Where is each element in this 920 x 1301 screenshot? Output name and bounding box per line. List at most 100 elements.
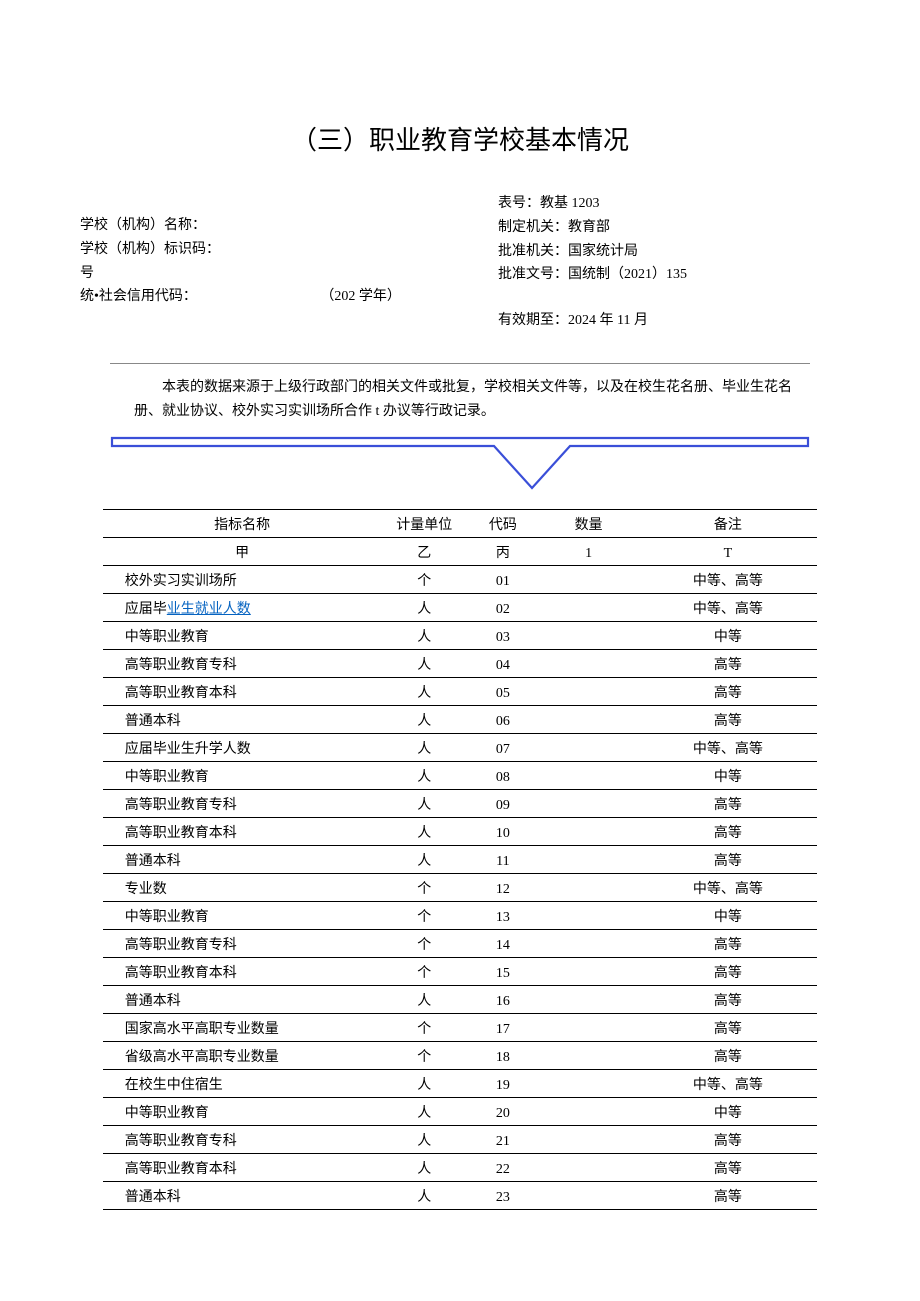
table-row: 中等职业教育个13中等 (103, 901, 817, 929)
indicator-code: 20 (467, 1097, 538, 1125)
indicator-name: 高等职业教育专科 (103, 789, 382, 817)
indicator-name: 中等职业教育 (103, 901, 382, 929)
table-row: 高等职业教育专科个14高等 (103, 929, 817, 957)
table-row: 普通本科人23高等 (103, 1181, 817, 1209)
page-title: （三）职业教育学校基本情况 (80, 120, 840, 157)
indicator-qty[interactable] (539, 677, 639, 705)
indicator-qty[interactable] (539, 1181, 639, 1209)
indicator-remark: 高等 (639, 649, 818, 677)
indicator-name: 高等职业教育专科 (103, 649, 382, 677)
indicator-name: 高等职业教育本科 (103, 1153, 382, 1181)
indicator-code: 10 (467, 817, 538, 845)
subheader-unit: 乙 (381, 537, 467, 565)
indicator-qty[interactable] (539, 761, 639, 789)
indicator-remark: 高等 (639, 1181, 818, 1209)
divider-line (110, 363, 810, 364)
indicator-code: 01 (467, 565, 538, 593)
indicator-qty[interactable] (539, 593, 639, 621)
indicator-remark: 中等 (639, 1097, 818, 1125)
indicator-remark: 中等、高等 (639, 873, 818, 901)
indicator-name: 高等职业教育本科 (103, 817, 382, 845)
indicator-remark: 高等 (639, 817, 818, 845)
indicator-remark: 高等 (639, 1153, 818, 1181)
valid-until: 有效期至：2024 年 11 月 (498, 309, 840, 333)
indicator-code: 15 (467, 957, 538, 985)
table-row: 普通本科人16高等 (103, 985, 817, 1013)
indicator-code: 06 (467, 705, 538, 733)
table-row: 普通本科人06高等 (103, 705, 817, 733)
approver-org: 批准机关：国家统计局 (498, 240, 840, 264)
subheader-qty: 1 (539, 537, 639, 565)
indicator-code: 14 (467, 929, 538, 957)
indicator-qty[interactable] (539, 1097, 639, 1125)
indicator-name: 应届毕业生就业人数 (103, 593, 382, 621)
indicator-qty[interactable] (539, 649, 639, 677)
table-row: 国家高水平高职专业数量个17高等 (103, 1013, 817, 1041)
indicator-qty[interactable] (539, 1125, 639, 1153)
indicator-name: 中等职业教育 (103, 761, 382, 789)
indicator-qty[interactable] (539, 1153, 639, 1181)
indicator-code: 12 (467, 873, 538, 901)
callout-shape (110, 436, 810, 491)
school-code-label: 学校（机构）标识码： (80, 238, 498, 262)
col-header-name: 指标名称 (103, 509, 382, 537)
table-row: 专业数个12中等、高等 (103, 873, 817, 901)
table-row: 高等职业教育专科人21高等 (103, 1125, 817, 1153)
indicator-code: 23 (467, 1181, 538, 1209)
indicator-qty[interactable] (539, 957, 639, 985)
indicator-qty[interactable] (539, 817, 639, 845)
indicator-name: 国家高水平高职专业数量 (103, 1013, 382, 1041)
indicator-remark: 高等 (639, 789, 818, 817)
indicator-remark: 高等 (639, 929, 818, 957)
credit-label: 统•社会信用代码： (80, 289, 197, 304)
indicator-table: 指标名称 计量单位 代码 数量 备注 甲 乙 丙 1 T 校外实习实训场所个01… (103, 509, 817, 1210)
indicator-remark: 高等 (639, 677, 818, 705)
indicator-name: 在校生中住宿生 (103, 1069, 382, 1097)
indicator-code: 03 (467, 621, 538, 649)
indicator-qty[interactable] (539, 1013, 639, 1041)
table-row: 校外实习实训场所个01中等、高等 (103, 565, 817, 593)
indicator-name: 中等职业教育 (103, 1097, 382, 1125)
indicator-remark: 中等 (639, 761, 818, 789)
table-row: 高等职业教育本科人22高等 (103, 1153, 817, 1181)
subheader-remark: T (639, 537, 818, 565)
indicator-qty[interactable] (539, 789, 639, 817)
indicator-name-link[interactable]: 业生就业人数 (167, 602, 251, 617)
indicator-qty[interactable] (539, 845, 639, 873)
indicator-qty[interactable] (539, 565, 639, 593)
indicator-remark: 高等 (639, 705, 818, 733)
indicator-name: 普通本科 (103, 985, 382, 1013)
table-number: 表号：教基 1203 (498, 192, 840, 216)
indicator-code: 13 (467, 901, 538, 929)
indicator-qty[interactable] (539, 873, 639, 901)
subheader-code: 丙 (467, 537, 538, 565)
indicator-unit: 人 (381, 817, 467, 845)
table-row: 在校生中住宿生人19中等、高等 (103, 1069, 817, 1097)
indicator-unit: 人 (381, 593, 467, 621)
indicator-code: 05 (467, 677, 538, 705)
indicator-qty[interactable] (539, 621, 639, 649)
indicator-unit: 个 (381, 929, 467, 957)
indicator-unit: 个 (381, 1041, 467, 1069)
indicator-code: 11 (467, 845, 538, 873)
indicator-code: 02 (467, 593, 538, 621)
indicator-remark: 高等 (639, 985, 818, 1013)
indicator-qty[interactable] (539, 1069, 639, 1097)
indicator-unit: 人 (381, 1097, 467, 1125)
indicator-remark: 高等 (639, 957, 818, 985)
indicator-unit: 人 (381, 845, 467, 873)
indicator-name: 高等职业教育本科 (103, 957, 382, 985)
indicator-qty[interactable] (539, 705, 639, 733)
table-row: 高等职业教育本科人05高等 (103, 677, 817, 705)
indicator-qty[interactable] (539, 901, 639, 929)
indicator-name: 普通本科 (103, 705, 382, 733)
indicator-qty[interactable] (539, 929, 639, 957)
indicator-qty[interactable] (539, 985, 639, 1013)
indicator-qty[interactable] (539, 733, 639, 761)
indicator-unit: 人 (381, 621, 467, 649)
indicator-code: 18 (467, 1041, 538, 1069)
subheader-name: 甲 (103, 537, 382, 565)
indicator-name-prefix: 应届毕 (125, 602, 167, 617)
indicator-qty[interactable] (539, 1041, 639, 1069)
table-row: 中等职业教育人08中等 (103, 761, 817, 789)
